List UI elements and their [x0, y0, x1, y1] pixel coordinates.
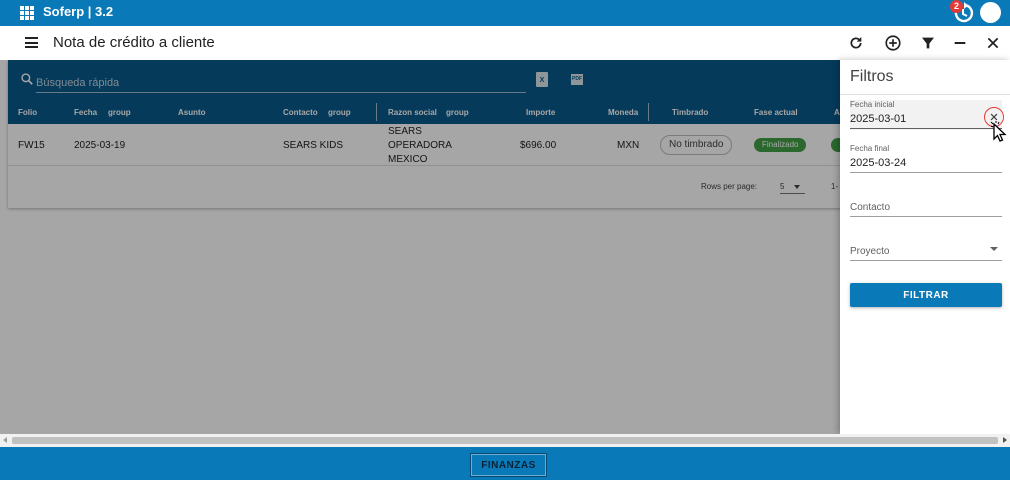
finanzas-button[interactable]: FINANZAS — [470, 453, 547, 477]
user-avatar[interactable] — [980, 2, 1001, 23]
field-underline — [850, 216, 1002, 217]
minimize-button[interactable] — [950, 33, 970, 53]
minimize-icon — [954, 42, 966, 44]
fecha-final-field[interactable]: Fecha final 2025-03-24 — [850, 144, 1002, 174]
horizontal-scrollbar[interactable] — [0, 434, 1010, 447]
dropdown-arrow-icon — [990, 247, 998, 251]
drawer-backdrop[interactable] — [0, 60, 840, 434]
contacto-field[interactable]: Contacto — [850, 200, 1002, 218]
proyecto-placeholder: Proyecto — [850, 246, 890, 257]
fecha-inicial-label: Fecha inicial — [850, 100, 895, 109]
filters-drawer: Filtros Fecha inicial 2025-03-01 Fecha f… — [840, 60, 1010, 434]
close-icon — [987, 37, 999, 49]
mouse-cursor-icon — [990, 121, 1007, 142]
page-toolbar: Nota de crédito a cliente — [0, 26, 1010, 60]
field-underline — [850, 172, 1002, 173]
divider — [840, 94, 1010, 95]
field-underline — [850, 260, 1002, 261]
field-underline — [850, 128, 1002, 129]
refresh-button[interactable] — [846, 33, 866, 53]
proyecto-select[interactable]: Proyecto — [850, 244, 1002, 262]
notification-badge: 2 — [950, 0, 963, 13]
filter-button[interactable] — [918, 33, 938, 53]
app-bar: Soferp | 3.2 2 — [0, 0, 1010, 26]
page-title: Nota de crédito a cliente — [53, 34, 215, 51]
main-content: X PDF Folio Fecha group Asunto Contacto … — [0, 60, 840, 434]
filter-icon — [922, 37, 934, 49]
fecha-final-value: 2025-03-24 — [850, 157, 907, 169]
contacto-placeholder: Contacto — [850, 202, 891, 213]
filtrar-button[interactable]: FILTRAR — [850, 283, 1002, 307]
apps-grid-icon[interactable] — [20, 6, 34, 20]
refresh-icon — [850, 37, 862, 49]
fecha-inicial-value: 2025-03-01 — [850, 113, 907, 125]
filters-title: Filtros — [850, 68, 894, 85]
sync-button[interactable]: 2 — [950, 0, 976, 25]
fecha-inicial-field[interactable]: Fecha inicial 2025-03-01 — [850, 100, 1002, 130]
scroll-right-icon[interactable] — [1003, 437, 1007, 443]
scrollbar-thumb[interactable] — [12, 437, 998, 444]
close-button[interactable] — [983, 33, 1003, 53]
scroll-left-icon[interactable] — [3, 437, 7, 443]
hamburger-menu-icon[interactable] — [25, 37, 38, 48]
add-circle-icon — [885, 35, 901, 51]
app-title: Soferp | 3.2 — [43, 4, 114, 19]
add-button[interactable] — [883, 33, 903, 53]
fecha-final-label: Fecha final — [850, 144, 890, 153]
bottom-nav-bar: FINANZAS — [0, 447, 1010, 480]
